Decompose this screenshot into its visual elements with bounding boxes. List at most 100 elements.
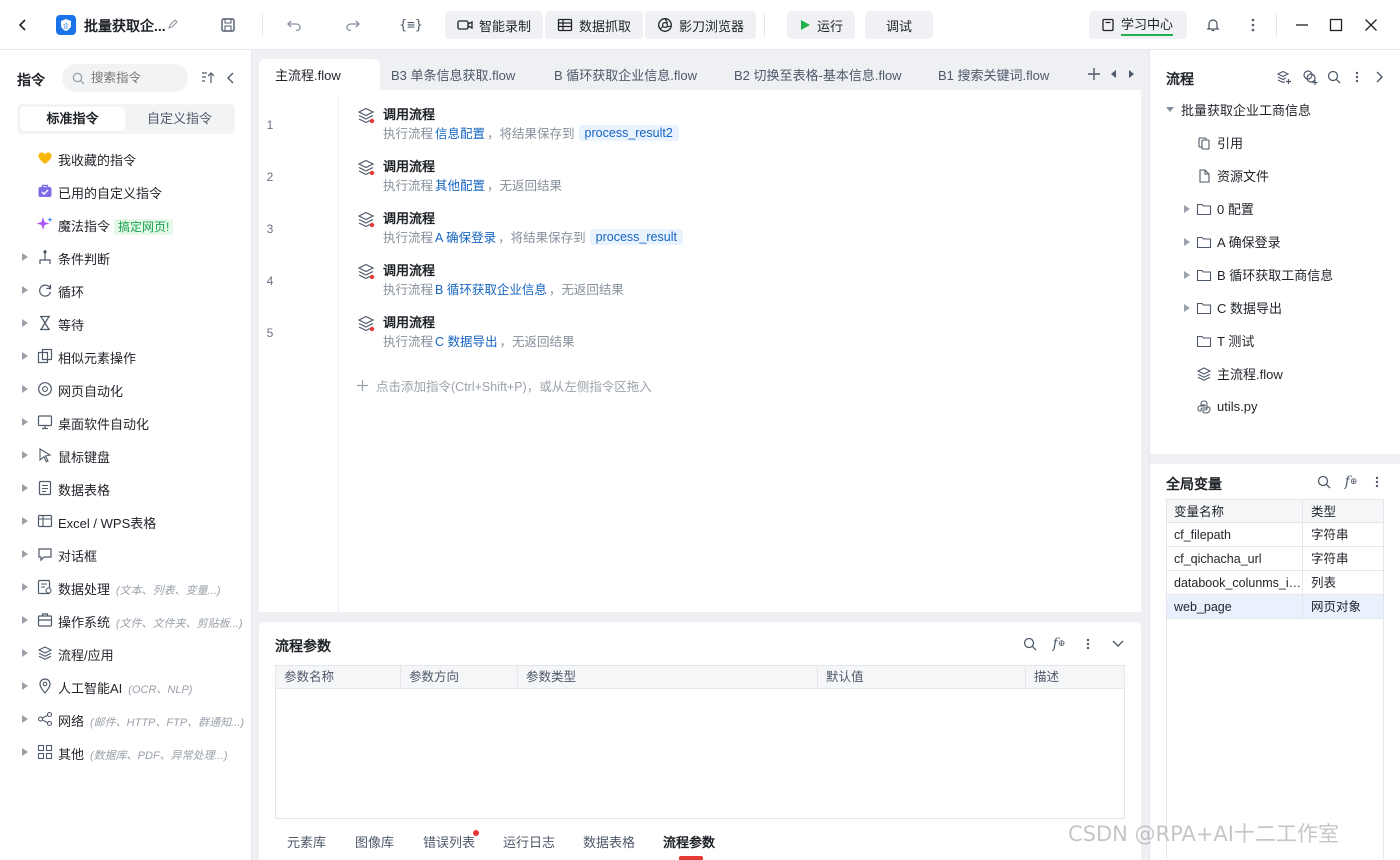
col-param-direction[interactable]: 参数方向 (401, 666, 518, 689)
tree-item[interactable]: B 循环获取工商信息 (1184, 258, 1333, 291)
variables-icon[interactable]: {≡} (399, 15, 422, 35)
more-vertical-icon[interactable] (1351, 68, 1363, 86)
tab-error-list[interactable]: 错误列表 (423, 832, 475, 851)
tab-b3-flow[interactable]: B3 单条信息获取.flow (391, 59, 515, 90)
step-flow-link[interactable]: 信息配置 (435, 123, 485, 142)
flow-step[interactable]: 调用流程 执行流程 A 确保登录 ，将结果保存到 process_result (357, 208, 1057, 248)
category-item[interactable]: 网页自动化 (0, 373, 251, 406)
undo-icon[interactable] (284, 15, 304, 35)
tree-item[interactable]: 资源文件 (1184, 159, 1269, 192)
add-command-hint[interactable]: 点击添加指令(Ctrl+Shift+P)，或从左侧指令区拖入 (357, 376, 652, 395)
flow-step[interactable]: 调用流程 执行流程 B 循环获取企业信息 ，无返回结果 (357, 260, 1057, 300)
col-default-value[interactable]: 默认值 (818, 666, 1026, 689)
tab-run-log[interactable]: 运行日志 (503, 832, 555, 851)
category-item[interactable]: 鼠标键盘 (0, 439, 251, 472)
tab-b2-flow[interactable]: B2 切换至表格-基本信息.flow (734, 59, 902, 90)
tab-element-library[interactable]: 元素库 (287, 832, 326, 851)
more-vertical-icon[interactable] (1371, 473, 1383, 491)
search-icon[interactable] (1315, 473, 1333, 491)
category-item[interactable]: 相似元素操作 (0, 340, 251, 373)
project-root[interactable]: 批量获取企业工商信息 (1166, 93, 1311, 126)
step-flow-link[interactable]: 其他配置 (435, 175, 485, 194)
more-vertical-icon[interactable] (1081, 635, 1095, 653)
flow-step[interactable]: 调用流程 执行流程 C 数据导出 ，无返回结果 (357, 312, 1057, 352)
tab-standard-commands[interactable]: 标准指令 (20, 107, 125, 131)
step-flow-link[interactable]: C 数据导出 (435, 331, 498, 350)
category-item[interactable]: 流程/应用 (0, 637, 251, 670)
category-item[interactable]: 网络 (邮件、HTTP、FTP、群通知...) (0, 703, 251, 736)
col-description[interactable]: 描述 (1026, 666, 1124, 689)
var-row[interactable]: cf_qichacha_url 字符串 (1166, 547, 1383, 571)
close-icon[interactable] (1361, 15, 1381, 35)
tab-main-flow[interactable]: 主流程.flow (259, 59, 380, 90)
category-item[interactable]: 人工智能AI (OCR、NLP) (0, 670, 251, 703)
step-flow-link[interactable]: B 循环获取企业信息 (435, 279, 547, 298)
add-tab-icon[interactable] (1086, 66, 1102, 82)
sort-icon[interactable] (200, 70, 216, 86)
tab-b-flow[interactable]: B 循环获取企业信息.flow (554, 59, 697, 90)
function-icon[interactable]: f ⊕ (1341, 473, 1361, 491)
redo-icon[interactable] (343, 15, 363, 35)
run-button[interactable]: 运行 (787, 11, 855, 39)
category-item[interactable]: Excel / WPS表格 (0, 505, 251, 538)
bell-icon[interactable] (1203, 15, 1223, 35)
learning-center-button[interactable]: 学习中心 (1089, 11, 1187, 39)
tab-data-table[interactable]: 数据表格 (583, 832, 635, 851)
tree-item[interactable]: 主流程.flow (1184, 357, 1283, 390)
command-search-input[interactable] (91, 71, 181, 85)
category-item[interactable]: 数据表格 (0, 472, 251, 505)
collapse-panel-icon[interactable] (1110, 635, 1126, 653)
debug-button[interactable]: 调试 (865, 11, 933, 39)
function-icon[interactable]: f ⊕ (1049, 635, 1069, 653)
category-item[interactable]: 操作系统 (文件、文件夹、剪贴板...) (0, 604, 251, 637)
category-item[interactable]: 数据处理 (文本、列表、变量...) (0, 571, 251, 604)
category-item[interactable]: 等待 (0, 307, 251, 340)
search-icon[interactable] (1021, 635, 1039, 653)
flow-step[interactable]: 调用流程 执行流程 信息配置 ，将结果保存到 process_result2 (357, 104, 1057, 144)
var-row[interactable]: databook_colunms_info 列表 (1166, 571, 1383, 595)
edit-title-icon[interactable] (166, 17, 180, 31)
step-result-var[interactable]: process_result2 (578, 124, 679, 141)
used-custom-item[interactable]: 已用的自定义指令 (0, 175, 251, 208)
maximize-icon[interactable] (1326, 15, 1346, 35)
browser-button[interactable]: 影刀浏览器 (645, 11, 757, 39)
tree-item[interactable]: 0 配置 (1184, 192, 1254, 225)
add-flow-icon[interactable] (1275, 68, 1293, 86)
category-item[interactable]: 条件判断 (0, 241, 251, 274)
tab-scroll-right-icon[interactable] (1126, 68, 1136, 80)
var-row[interactable]: web_page 网页对象 (1166, 595, 1383, 619)
flow-step[interactable]: 调用流程 执行流程 其他配置 ，无返回结果 (357, 156, 1057, 196)
tree-item[interactable]: C 数据导出 (1184, 291, 1282, 324)
tab-custom-commands[interactable]: 自定义指令 (127, 107, 232, 131)
col-param-type[interactable]: 参数类型 (518, 666, 818, 689)
tree-item[interactable]: A 确保登录 (1184, 225, 1281, 258)
var-row[interactable]: cf_filepath 字符串 (1166, 523, 1383, 547)
magic-item[interactable]: 魔法指令 搞定网页! (0, 208, 251, 241)
tree-item[interactable]: 引用 (1184, 126, 1243, 159)
category-item[interactable]: 其他 (数据库、PDF、异常处理...) (0, 736, 251, 769)
back-icon[interactable] (12, 14, 34, 36)
more-vertical-icon[interactable] (1243, 15, 1263, 35)
tree-item[interactable]: T 测试 (1184, 324, 1254, 357)
step-flow-link[interactable]: A 确保登录 (435, 227, 496, 246)
category-item[interactable]: 循环 (0, 274, 251, 307)
data-capture-button[interactable]: 数据抓取 (545, 11, 644, 39)
collapse-left-icon[interactable] (224, 70, 238, 86)
step-result-var[interactable]: process_result (589, 228, 683, 245)
collapse-right-icon[interactable] (1373, 68, 1385, 86)
search-icon[interactable] (1325, 68, 1343, 86)
category-item[interactable]: 对话框 (0, 538, 251, 571)
command-search[interactable] (62, 64, 188, 92)
minimize-icon[interactable] (1292, 15, 1312, 35)
category-item[interactable]: 桌面软件自动化 (0, 406, 251, 439)
favorites-item[interactable]: 我收藏的指令 (0, 142, 251, 175)
tree-item[interactable]: utils.py (1184, 390, 1257, 423)
tab-b1-flow[interactable]: B1 搜索关键词.flow (938, 59, 1049, 90)
tab-scroll-left-icon[interactable] (1109, 68, 1119, 80)
smart-record-button[interactable]: 智能录制 (445, 11, 544, 39)
add-module-icon[interactable] (1301, 68, 1319, 86)
tab-image-library[interactable]: 图像库 (355, 832, 394, 851)
tab-flow-params[interactable]: 流程参数 (663, 832, 715, 851)
col-param-name[interactable]: 参数名称 (276, 666, 401, 689)
save-icon[interactable] (218, 15, 238, 35)
